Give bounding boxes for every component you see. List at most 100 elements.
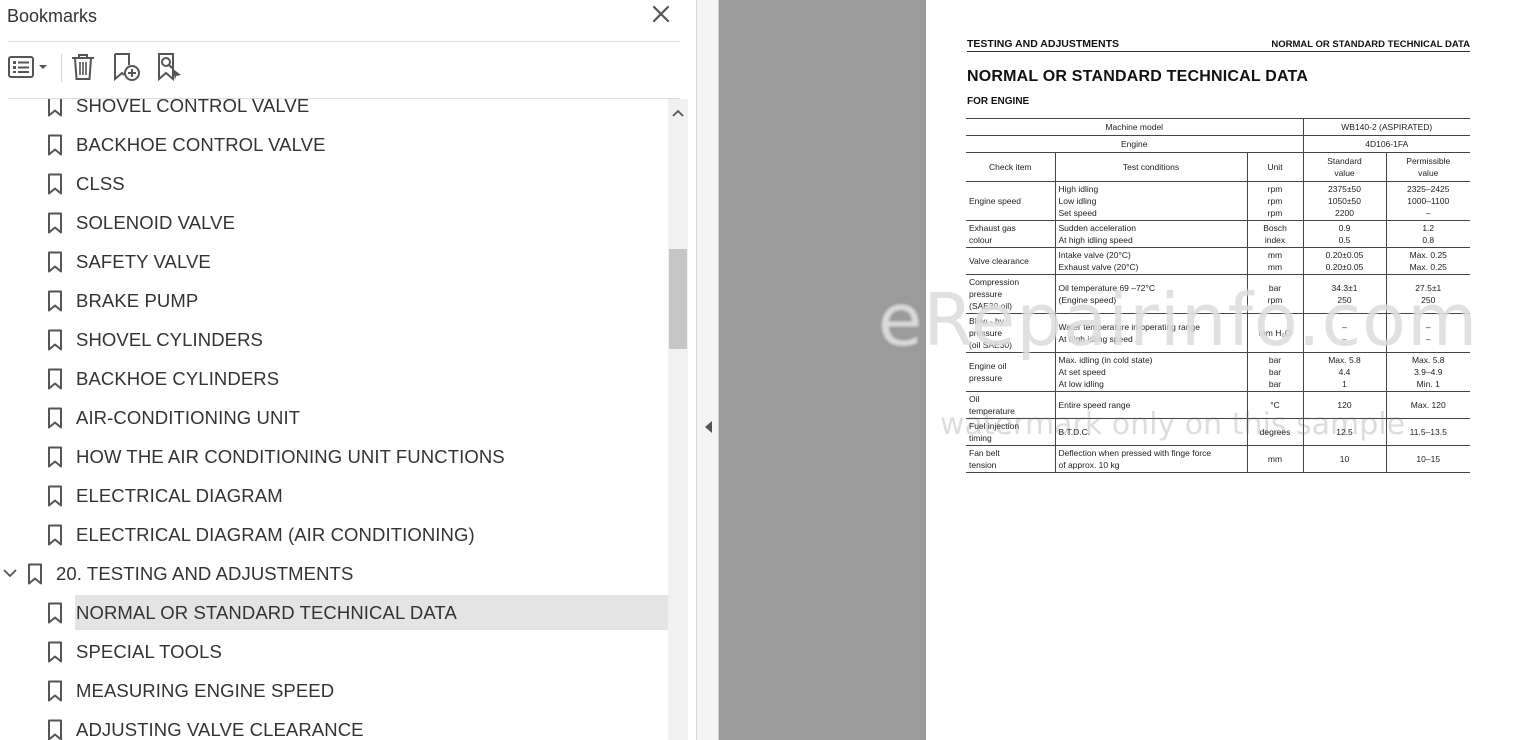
test-conditions-cell: Intake valve (20°C) Exhaust valve (20°C) xyxy=(1054,247,1247,275)
column-header-row: Check item Test conditions Unit Standard… xyxy=(966,152,1470,182)
col-test-conditions: Test conditions xyxy=(1054,152,1247,182)
header-divider xyxy=(8,41,680,42)
document-viewer-background xyxy=(719,0,926,740)
bookmark-label: BACKHOE CONTROL VALVE xyxy=(76,134,326,155)
collapse-panel-button[interactable] xyxy=(704,420,713,439)
bookmark-item[interactable]: CLSS xyxy=(0,166,668,201)
bookmark-item[interactable]: BRAKE PUMP xyxy=(0,283,668,318)
bookmark-item[interactable]: SPECIAL TOOLS xyxy=(0,634,668,669)
standard-value-cell: Max. 5.8 4.4 1 xyxy=(1302,352,1386,392)
bookmark-icon xyxy=(47,407,63,434)
check-item-cell: Oil temperature xyxy=(966,391,1055,419)
panel-splitter[interactable] xyxy=(696,0,719,740)
standard-value-cell: 34.3±1 250 xyxy=(1302,274,1386,314)
delete-bookmark-button[interactable] xyxy=(68,48,98,86)
bookmark-item[interactable]: AIR-CONDITIONING UNIT xyxy=(0,400,668,435)
bookmark-item[interactable]: SOLENOID VALVE xyxy=(0,205,668,240)
check-item-cell: Exhaust gas colour xyxy=(966,220,1055,248)
bookmark-icon xyxy=(47,446,63,473)
standard-value-cell: 120 xyxy=(1302,391,1386,419)
toolbar-separator xyxy=(61,54,62,82)
table-row: Exhaust gas colour Sudden acceleration At… xyxy=(966,220,1470,248)
table-row: Compression pressure (SAE30 oil) Oil temp… xyxy=(966,274,1470,314)
unit-cell: mm mm xyxy=(1246,247,1303,275)
machine-model-label: Machine model xyxy=(966,118,1303,136)
unit-cell: rpm rpm rpm xyxy=(1246,181,1303,221)
find-current-bookmark-icon xyxy=(158,53,181,82)
bookmark-label: AIR-CONDITIONING UNIT xyxy=(76,407,301,428)
bookmark-item[interactable]: ELECTRICAL DIAGRAM (AIR CONDITIONING) xyxy=(0,517,668,552)
table-row: Fuel injection timing B.T.D.C. degrees 12.5… xyxy=(966,418,1470,446)
bookmark-item[interactable]: BACKHOE CYLINDERS xyxy=(0,361,668,396)
find-current-bookmark-button[interactable] xyxy=(152,48,186,86)
bookmark-item[interactable]: SAFETY VALVE xyxy=(0,244,668,279)
new-bookmark-icon xyxy=(114,53,140,82)
running-header-right: NORMAL OR STANDARD TECHNICAL DATA xyxy=(1271,39,1470,50)
check-item-cell: Engine oil pressure xyxy=(966,352,1055,392)
bookmark-label: SHOVEL CYLINDERS xyxy=(76,329,263,350)
permissible-value-cell: Max. 5.8 3.9–4.9 Min. 1 xyxy=(1385,352,1470,392)
permissible-value-cell: – – xyxy=(1385,313,1470,353)
bookmark-item[interactable]: SHOVEL CONTROL VALVE xyxy=(0,99,668,123)
bookmark-parent-item[interactable]: 20. TESTING AND ADJUSTMENTS xyxy=(0,556,668,591)
unit-cell: mm xyxy=(1246,445,1303,473)
standard-value-cell: 2375±50 1050±50 2200 xyxy=(1302,181,1386,221)
bookmark-item[interactable]: BACKHOE CONTROL VALVE xyxy=(0,127,668,162)
check-item-cell: Valve clearance xyxy=(966,247,1055,275)
bookmark-item[interactable]: MEASURING ENGINE SPEED xyxy=(0,673,668,708)
bookmark-icon xyxy=(27,563,43,590)
table-row: Engine speed High idling Low idling Set s… xyxy=(966,181,1470,221)
bookmark-item[interactable]: SHOVEL CYLINDERS xyxy=(0,322,668,357)
permissible-value-cell: Max. 0.25 Max. 0.25 xyxy=(1385,247,1470,275)
bookmark-item[interactable]: NORMAL OR STANDARD TECHNICAL DATA xyxy=(0,595,668,630)
document-page: TESTING AND ADJUSTMENTS NORMAL OR STANDA… xyxy=(926,0,1537,740)
bookmark-item[interactable]: ELECTRICAL DIAGRAM xyxy=(0,478,668,513)
unit-cell: degrees xyxy=(1246,418,1303,446)
test-conditions-cell: Sudden acceleration At high idling speed xyxy=(1054,220,1247,248)
options-menu-button[interactable] xyxy=(6,48,50,86)
panel-title: Bookmarks xyxy=(7,6,98,26)
unit-cell: mm H₂O xyxy=(1246,313,1303,353)
bookmark-label: NORMAL OR STANDARD TECHNICAL DATA xyxy=(76,602,457,623)
bookmarks-toolbar xyxy=(0,48,680,90)
bookmark-icon xyxy=(47,719,63,740)
bookmark-item[interactable]: ADJUSTING VALVE CLEARANCE xyxy=(0,712,668,740)
new-bookmark-button[interactable] xyxy=(108,48,144,86)
close-icon xyxy=(652,5,670,23)
bookmarks-scrollbar[interactable] xyxy=(668,99,688,740)
engine-value: 4D106-1FA xyxy=(1302,135,1470,153)
bookmark-label: CLSS xyxy=(76,173,125,194)
machine-model-value: WB140-2 (ASPIRATED) xyxy=(1302,118,1470,136)
bookmark-label: SPECIAL TOOLS xyxy=(76,641,222,662)
test-conditions-cell: High idling Low idling Set speed xyxy=(1054,181,1247,221)
bookmark-icon xyxy=(47,680,63,707)
engine-spec-table: Machine model WB140-2 (ASPIRATED) Engine… xyxy=(966,118,1470,473)
bookmark-label: MEASURING ENGINE SPEED xyxy=(76,680,335,701)
standard-value-cell: 10 xyxy=(1302,445,1386,473)
test-conditions-cell: Oil temperature 69 –72°C (Engine speed) xyxy=(1054,274,1247,314)
header-rule xyxy=(967,51,1470,52)
bookmark-icon xyxy=(47,251,63,278)
standard-value-cell: – – xyxy=(1302,313,1386,353)
bookmark-icon xyxy=(47,99,63,122)
bookmark-icon xyxy=(47,641,63,668)
test-conditions-cell: Max. idling (in cold state) At set speed… xyxy=(1054,352,1247,392)
bookmark-label: ELECTRICAL DIAGRAM xyxy=(76,485,283,506)
close-panel-button[interactable] xyxy=(650,3,672,25)
check-item-cell: Fuel injection timing xyxy=(966,418,1055,446)
page-title: NORMAL OR STANDARD TECHNICAL DATA xyxy=(967,68,1309,85)
test-conditions-cell: Water temperature in operating range At … xyxy=(1054,313,1247,353)
bookmark-icon xyxy=(47,602,63,629)
standard-value-cell: 12.5 xyxy=(1302,418,1386,446)
table-row: Engine oil pressure Max. idling (in cold … xyxy=(966,352,1470,392)
scroll-up-button[interactable] xyxy=(671,105,685,123)
col-check-item: Check item xyxy=(966,152,1055,182)
permissible-value-cell: Max. 120 xyxy=(1385,391,1470,419)
permissible-value-cell: 2325–2425 1000–1100 – xyxy=(1385,181,1470,221)
scroll-thumb[interactable] xyxy=(669,249,687,349)
list-options-icon xyxy=(8,56,47,78)
bookmark-item[interactable]: HOW THE AIR CONDITIONING UNIT FUNCTIONS xyxy=(0,439,668,474)
machine-model-row: Machine model WB140-2 (ASPIRATED) xyxy=(966,118,1470,136)
unit-cell: bar rpm xyxy=(1246,274,1303,314)
expand-toggle[interactable] xyxy=(2,566,18,584)
